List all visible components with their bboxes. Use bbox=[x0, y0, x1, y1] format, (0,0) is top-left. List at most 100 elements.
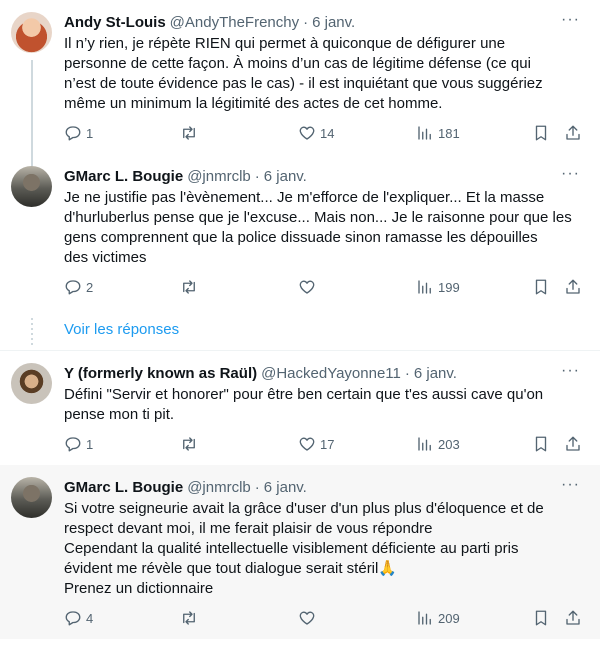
author-name[interactable]: GMarc L. Bougie bbox=[64, 168, 183, 185]
bookmark-icon bbox=[535, 436, 547, 452]
share-icon bbox=[566, 610, 580, 625]
reply-count: 1 bbox=[86, 125, 94, 141]
show-replies-link[interactable]: Voir les réponses bbox=[0, 308, 600, 350]
views-button[interactable]: 203 bbox=[416, 435, 460, 453]
more-options-icon[interactable]: ··· bbox=[561, 12, 580, 28]
tweet-text: Il n’y rien, je répète RIEN qui permet à… bbox=[64, 35, 543, 112]
reply-button[interactable]: 4 bbox=[64, 609, 93, 627]
reply-count: 4 bbox=[86, 610, 94, 626]
analytics-icon bbox=[418, 611, 431, 625]
separator-dot: · bbox=[254, 167, 260, 185]
tweet-header: GMarc L. Bougie @jnmrclb · 6 janv. bbox=[64, 477, 584, 497]
tweet[interactable]: Y (formerly known as Raül) @HackedYayonn… bbox=[0, 350, 600, 465]
share-button[interactable] bbox=[564, 124, 582, 142]
reply-button[interactable]: 1 bbox=[64, 124, 93, 142]
avatar[interactable] bbox=[11, 166, 52, 207]
bookmark-button[interactable] bbox=[532, 124, 550, 142]
retweet-icon bbox=[183, 126, 195, 140]
show-replies-label[interactable]: Voir les réponses bbox=[64, 321, 179, 338]
views-button[interactable]: 209 bbox=[416, 609, 460, 627]
analytics-icon bbox=[418, 126, 431, 140]
bookmark-icon bbox=[535, 279, 547, 295]
author-handle[interactable]: @AndyTheFrenchy bbox=[170, 14, 299, 31]
view-count: 199 bbox=[438, 279, 460, 295]
bookmark-button[interactable] bbox=[532, 278, 550, 296]
views-button[interactable]: 181 bbox=[416, 124, 460, 142]
avatar[interactable] bbox=[11, 477, 52, 518]
author-name[interactable]: Andy St-Louis bbox=[64, 14, 166, 31]
view-count: 203 bbox=[438, 436, 460, 452]
more-options-icon[interactable]: ··· bbox=[561, 477, 580, 493]
heart-icon bbox=[299, 611, 315, 625]
like-count: 14 bbox=[320, 125, 335, 141]
tweet-date[interactable]: 6 janv. bbox=[264, 168, 307, 185]
heart-icon bbox=[299, 280, 315, 294]
retweet-icon bbox=[183, 437, 195, 451]
share-icon bbox=[566, 436, 580, 451]
avatar[interactable] bbox=[11, 12, 52, 53]
reply-icon bbox=[65, 126, 81, 141]
tweet-date[interactable]: 6 janv. bbox=[414, 365, 457, 382]
separator-dot: · bbox=[404, 364, 410, 382]
tweet[interactable]: Andy St-Louis @AndyTheFrenchy · 6 janv. … bbox=[0, 0, 600, 154]
share-icon bbox=[566, 125, 580, 140]
tweet-text: Défini "Servir et honorer" pour être ben… bbox=[64, 386, 544, 423]
tweet[interactable]: GMarc L. Bougie @jnmrclb · 6 janv. ··· S… bbox=[0, 465, 600, 639]
reply-button[interactable]: 1 bbox=[64, 435, 93, 453]
like-count: 17 bbox=[320, 436, 335, 452]
heart-icon bbox=[299, 437, 315, 451]
tweet-date[interactable]: 6 janv. bbox=[264, 479, 307, 496]
more-options-icon[interactable]: ··· bbox=[561, 166, 580, 182]
heart-icon bbox=[299, 126, 315, 140]
reply-button[interactable]: 2 bbox=[64, 278, 93, 296]
author-handle[interactable]: @jnmrclb bbox=[187, 168, 251, 185]
tweet[interactable]: GMarc L. Bougie @jnmrclb · 6 janv. ··· J… bbox=[0, 154, 600, 308]
reply-count: 2 bbox=[86, 279, 94, 295]
tweet-date[interactable]: 6 janv. bbox=[312, 14, 355, 31]
retweet-button[interactable] bbox=[180, 278, 202, 296]
analytics-icon bbox=[418, 280, 431, 294]
share-button[interactable] bbox=[564, 278, 582, 296]
bookmark-button[interactable] bbox=[532, 435, 550, 453]
like-button[interactable]: 17 bbox=[298, 435, 334, 453]
author-handle[interactable]: @jnmrclb bbox=[187, 479, 251, 496]
bookmark-button[interactable] bbox=[532, 609, 550, 627]
author-name[interactable]: GMarc L. Bougie bbox=[64, 479, 183, 496]
like-button[interactable] bbox=[298, 278, 320, 296]
tweet-header: Y (formerly known as Raül) @HackedYayonn… bbox=[64, 363, 584, 383]
reply-count: 1 bbox=[86, 436, 94, 452]
like-button[interactable]: 14 bbox=[298, 124, 334, 142]
avatar[interactable] bbox=[11, 363, 52, 404]
tweet-header: Andy St-Louis @AndyTheFrenchy · 6 janv. bbox=[64, 12, 584, 32]
author-handle[interactable]: @HackedYayonne11 bbox=[261, 365, 401, 382]
views-button[interactable]: 199 bbox=[416, 278, 460, 296]
retweet-button[interactable] bbox=[180, 435, 202, 453]
view-count: 209 bbox=[438, 610, 460, 626]
timeline: Andy St-Louis @AndyTheFrenchy · 6 janv. … bbox=[0, 0, 600, 639]
analytics-icon bbox=[418, 437, 431, 451]
tweet-header: GMarc L. Bougie @jnmrclb · 6 janv. bbox=[64, 166, 584, 186]
reply-icon bbox=[65, 611, 81, 626]
retweet-icon bbox=[183, 280, 195, 294]
like-button[interactable] bbox=[298, 609, 320, 627]
separator-dot: · bbox=[254, 478, 260, 496]
share-icon bbox=[566, 279, 580, 294]
tweet-actions: 2 199 bbox=[64, 276, 584, 308]
retweet-icon bbox=[183, 611, 195, 625]
view-count: 181 bbox=[438, 125, 460, 141]
tweet-actions: 4 209 bbox=[64, 607, 584, 639]
more-options-icon[interactable]: ··· bbox=[561, 363, 580, 379]
share-button[interactable] bbox=[564, 435, 582, 453]
bookmark-icon bbox=[535, 125, 547, 141]
retweet-button[interactable] bbox=[180, 609, 202, 627]
bookmark-icon bbox=[535, 610, 547, 626]
tweet-actions: 1 14 181 bbox=[64, 122, 584, 154]
share-button[interactable] bbox=[564, 609, 582, 627]
tweet-text: Si votre seigneurie avait la grâce d'use… bbox=[64, 500, 544, 597]
reply-icon bbox=[65, 280, 81, 295]
retweet-button[interactable] bbox=[180, 124, 202, 142]
tweet-text: Je ne justifie pas l'èvènement... Je m'e… bbox=[64, 189, 572, 266]
reply-icon bbox=[65, 437, 81, 452]
separator-dot: · bbox=[303, 13, 309, 31]
author-name[interactable]: Y (formerly known as Raül) bbox=[64, 365, 257, 382]
